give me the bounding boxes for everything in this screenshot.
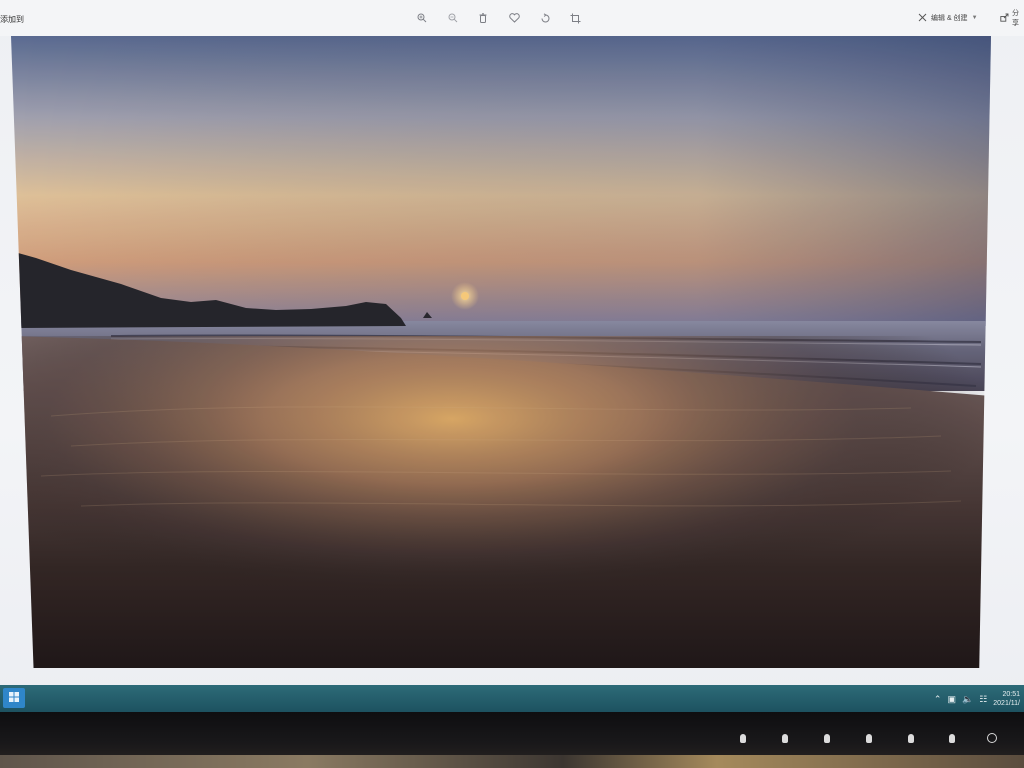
network-icon[interactable]: ▣ bbox=[947, 694, 956, 705]
monitor-button[interactable] bbox=[949, 734, 955, 743]
taskbar: ⌃ ▣ 🔈 ☷ 20:51 2021/11/ bbox=[0, 685, 1024, 712]
monitor-button[interactable] bbox=[866, 734, 872, 743]
desk-surface bbox=[0, 755, 1024, 768]
monitor-screen: 添加到 编辑 & 创建 ▼ 分享 ⌃ ▣ 🔈 ☷ 20:51 2021/11/ bbox=[0, 0, 1024, 712]
photo-viewer-toolbar: 添加到 编辑 & 创建 ▼ 分享 bbox=[0, 0, 1024, 36]
zoom-in-icon[interactable] bbox=[415, 11, 429, 25]
chevron-up-icon[interactable]: ⌃ bbox=[934, 694, 942, 705]
photo-display bbox=[11, 36, 991, 668]
ime-icon[interactable]: ☷ bbox=[979, 694, 987, 705]
windows-icon bbox=[9, 689, 19, 707]
share-button[interactable]: 分享 bbox=[1000, 10, 1024, 27]
share-label: 分享 bbox=[1012, 10, 1019, 27]
clock[interactable]: 20:51 2021/11/ bbox=[993, 690, 1020, 708]
crop-icon[interactable] bbox=[568, 11, 582, 25]
breadcrumb[interactable]: 添加到 bbox=[0, 14, 24, 25]
sunset-beach-photo bbox=[11, 36, 991, 668]
delete-icon[interactable] bbox=[476, 11, 490, 25]
clock-time: 20:51 bbox=[1002, 691, 1020, 698]
zoom-out-icon[interactable] bbox=[446, 11, 460, 25]
rotate-icon[interactable] bbox=[538, 11, 552, 25]
monitor-button[interactable] bbox=[908, 734, 914, 743]
chevron-down-icon: ▼ bbox=[971, 15, 978, 21]
edit-create-button[interactable]: 编辑 & 创建 ▼ bbox=[918, 10, 978, 26]
edit-icon bbox=[918, 13, 927, 24]
power-icon[interactable] bbox=[987, 733, 997, 743]
share-icon bbox=[1000, 13, 1009, 24]
monitor-button[interactable] bbox=[824, 734, 830, 743]
monitor-button[interactable] bbox=[782, 734, 788, 743]
system-tray: ⌃ ▣ 🔈 ☷ 20:51 2021/11/ bbox=[934, 688, 1020, 710]
favorite-icon[interactable] bbox=[507, 11, 521, 25]
monitor-button[interactable] bbox=[740, 734, 746, 743]
volume-icon[interactable]: 🔈 bbox=[962, 694, 973, 705]
clock-date: 2021/11/ bbox=[993, 700, 1020, 707]
edit-create-label: 编辑 & 创建 bbox=[931, 15, 968, 22]
start-button[interactable] bbox=[3, 688, 25, 708]
